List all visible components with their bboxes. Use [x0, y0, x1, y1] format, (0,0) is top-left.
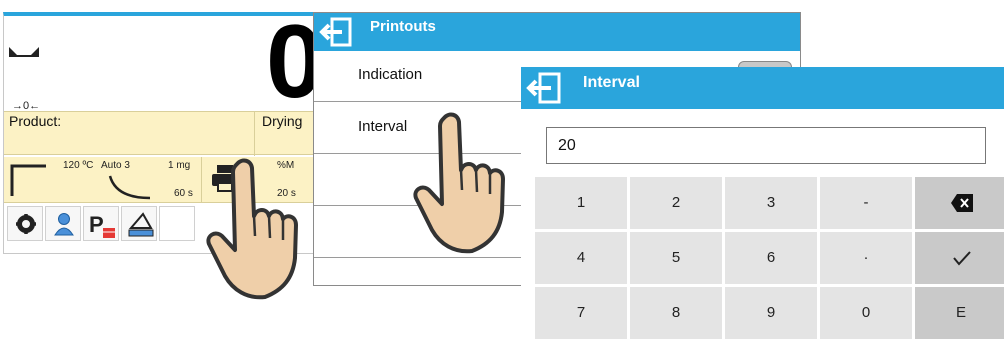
key-7[interactable]: 7 [535, 287, 627, 339]
info-bar: Product: Drying [4, 111, 321, 156]
interval-title: Interval [583, 74, 640, 91]
printouts-header: Printouts [314, 13, 800, 51]
temperature-value: 120 ºC [63, 160, 94, 171]
tare-button[interactable] [121, 206, 157, 241]
user-icon [54, 213, 74, 236]
key-1[interactable]: 1 [535, 177, 627, 229]
backspace-icon [951, 194, 973, 212]
key-5[interactable]: 5 [630, 232, 722, 284]
exit-icon[interactable] [318, 17, 354, 47]
key-8[interactable]: 8 [630, 287, 722, 339]
settings-button[interactable] [7, 206, 43, 241]
key-4[interactable]: 4 [535, 232, 627, 284]
menu-item-label: Indication [358, 66, 423, 83]
pointing-hand-icon [413, 112, 505, 254]
menu-item-label: Interval [358, 118, 408, 135]
product-database-icon: P [89, 212, 115, 238]
pointing-hand-icon [206, 158, 298, 300]
key-2[interactable]: 2 [630, 177, 722, 229]
key-minus[interactable]: - [820, 177, 912, 229]
key-3[interactable]: 3 [725, 177, 817, 229]
key-e[interactable]: E [915, 287, 1004, 339]
key-6[interactable]: 6 [725, 232, 817, 284]
key-0[interactable]: 0 [820, 287, 912, 339]
check-icon [953, 251, 971, 266]
product-label: Product: [9, 113, 62, 129]
gear-icon [16, 214, 36, 234]
confirm-key[interactable] [915, 232, 1004, 284]
drying-mode-value: Auto 3 [101, 160, 130, 171]
temperature-profile-icon [10, 164, 46, 196]
key-9[interactable]: 9 [725, 287, 817, 339]
time-value: 60 s [174, 188, 193, 199]
product-button[interactable]: P [83, 206, 119, 241]
interval-input[interactable]: 20 [546, 127, 986, 164]
interval-body: 20 1 2 3 - 4 5 6 · 7 8 9 0 E [521, 109, 1004, 341]
key-decimal-point[interactable]: · [820, 232, 912, 284]
drying-label: Drying [262, 113, 303, 129]
backspace-key[interactable] [915, 177, 1004, 229]
function-button[interactable] [159, 206, 195, 241]
printouts-title: Printouts [370, 18, 436, 35]
interval-header: Interval [521, 67, 1004, 109]
user-button[interactable] [45, 206, 81, 241]
info-divider [254, 112, 255, 156]
scale-pan-icon [128, 212, 154, 237]
shortcut-divider [201, 157, 202, 203]
stability-marker-icon [9, 47, 39, 57]
weight-reading: 0 [266, 4, 324, 120]
drying-curve-icon [108, 175, 151, 200]
exit-icon[interactable] [525, 72, 563, 104]
svg-text:P: P [89, 212, 104, 237]
resolution-value: 1 mg [168, 160, 191, 171]
interval-dialog: Interval 20 1 2 3 - 4 5 6 · 7 8 9 0 E [521, 67, 1004, 341]
